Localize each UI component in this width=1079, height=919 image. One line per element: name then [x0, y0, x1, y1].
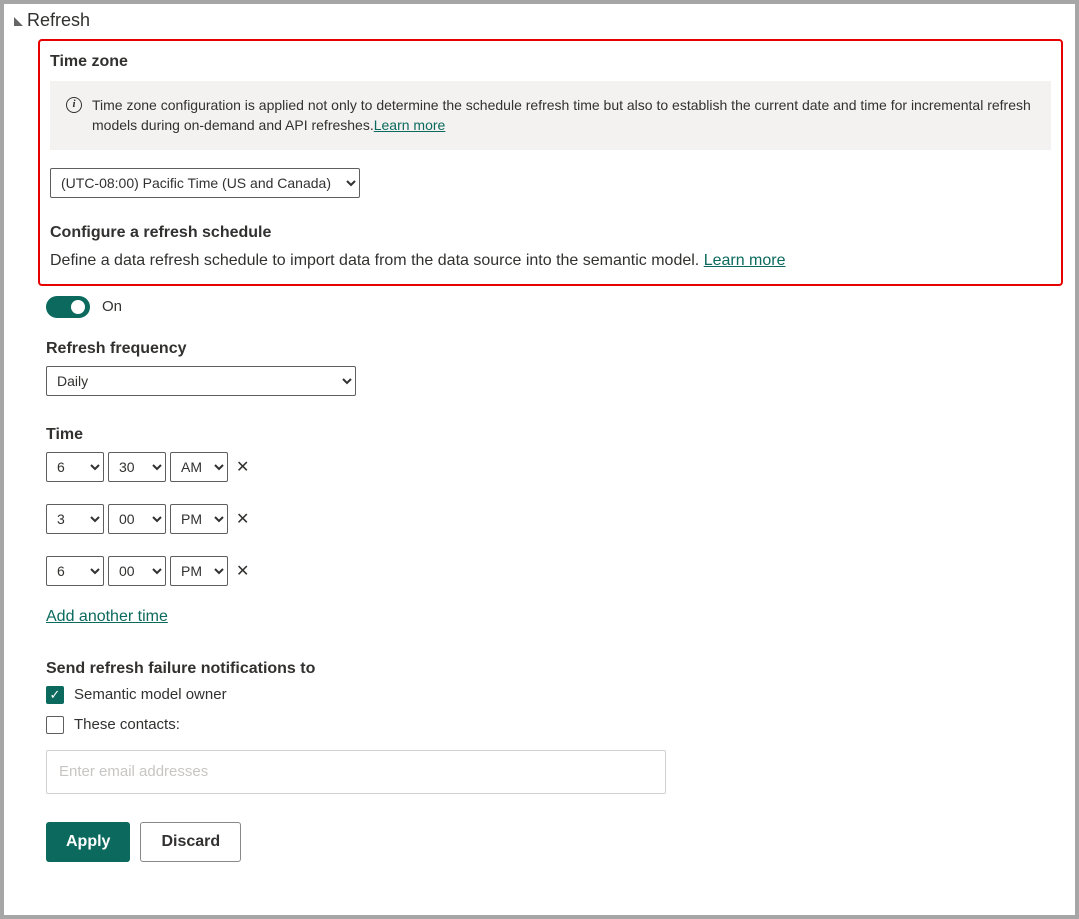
timezone-info-banner: i Time zone configuration is applied not… [50, 81, 1051, 150]
ampm-select[interactable]: PM [170, 504, 228, 534]
time-row: 6 30 AM ✕ [46, 452, 1055, 482]
email-input[interactable] [46, 750, 666, 794]
timezone-select[interactable]: (UTC-08:00) Pacific Time (US and Canada) [50, 168, 360, 198]
schedule-heading: Configure a refresh schedule [50, 224, 1051, 242]
timezone-info-text: Time zone configuration is applied not o… [92, 95, 1035, 136]
frequency-select[interactable]: Daily [46, 366, 356, 396]
section-title: Refresh [27, 10, 90, 31]
minute-select[interactable]: 00 [108, 504, 166, 534]
check-icon: ✓ [50, 688, 61, 701]
hour-select[interactable]: 6 [46, 452, 104, 482]
schedule-description: Define a data refresh schedule to import… [50, 252, 1051, 270]
time-label: Time [46, 426, 1055, 444]
remove-time-icon[interactable]: ✕ [236, 561, 249, 581]
contacts-checkbox[interactable] [46, 716, 64, 734]
contacts-label: These contacts: [74, 716, 180, 733]
frequency-label: Refresh frequency [46, 340, 1055, 358]
apply-button[interactable]: Apply [46, 822, 130, 862]
toggle-label: On [102, 298, 122, 315]
remove-time-icon[interactable]: ✕ [236, 457, 249, 477]
time-row: 6 00 PM ✕ [46, 556, 1055, 586]
schedule-learn-more-link[interactable]: Learn more [704, 252, 786, 269]
owner-label: Semantic model owner [74, 686, 227, 703]
minute-select[interactable]: 00 [108, 556, 166, 586]
collapse-icon [14, 17, 23, 26]
add-time-link[interactable]: Add another time [46, 608, 168, 626]
section-header[interactable]: Refresh [14, 10, 1065, 31]
timezone-heading: Time zone [50, 53, 1051, 71]
schedule-toggle[interactable] [46, 296, 90, 318]
ampm-select[interactable]: AM [170, 452, 228, 482]
hour-select[interactable]: 6 [46, 556, 104, 586]
notifications-heading: Send refresh failure notifications to [46, 660, 1055, 678]
ampm-select[interactable]: PM [170, 556, 228, 586]
remove-time-icon[interactable]: ✕ [236, 509, 249, 529]
highlighted-region: Time zone i Time zone configuration is a… [38, 39, 1063, 286]
discard-button[interactable]: Discard [140, 822, 241, 862]
info-icon: i [66, 97, 82, 113]
owner-checkbox[interactable]: ✓ [46, 686, 64, 704]
toggle-knob [71, 300, 85, 314]
time-row: 3 00 PM ✕ [46, 504, 1055, 534]
minute-select[interactable]: 30 [108, 452, 166, 482]
timezone-learn-more-link[interactable]: Learn more [374, 117, 446, 133]
hour-select[interactable]: 3 [46, 504, 104, 534]
